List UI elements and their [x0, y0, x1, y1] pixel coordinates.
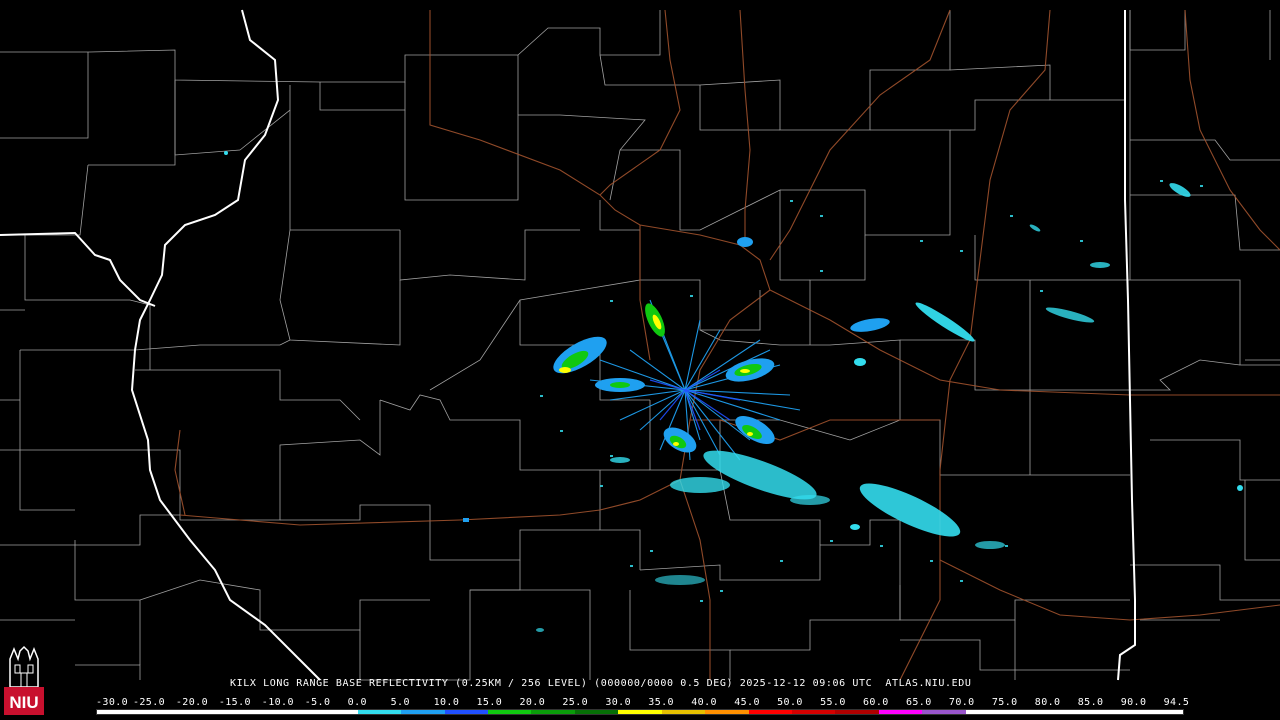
logo-text: NIU — [9, 693, 38, 712]
colorbar-segment — [1052, 710, 1097, 714]
colorbar-tick-label: 80.0 — [1034, 697, 1061, 708]
colorbar-tick-label: -20.0 — [175, 697, 208, 708]
iowa-missouri-boundary — [0, 231, 156, 307]
colorbar-segment — [140, 710, 184, 714]
colorbar-segment — [618, 710, 662, 714]
colorbar-tick-label: 70.0 — [948, 697, 975, 708]
colorbar-segment — [748, 710, 792, 714]
heavy-echo-cells — [553, 237, 890, 453]
colorbar-tick-label: 75.0 — [991, 697, 1018, 708]
colorbar-tick-label: 0.0 — [347, 697, 367, 708]
colorbar-tick-label: 60.0 — [863, 697, 889, 708]
colorbar-segment — [183, 710, 228, 714]
colorbar-segment — [705, 710, 749, 714]
colorbar-segment — [792, 710, 836, 714]
county-boundaries — [0, 10, 1280, 681]
colorbar-tick-label: 94.5 — [1163, 697, 1190, 708]
reflectivity-colorbar — [96, 709, 1184, 715]
colorbar-segment — [444, 710, 488, 714]
colorbar-segment — [270, 710, 315, 714]
light-echo-areas — [224, 151, 1243, 632]
colorbar-segment — [574, 710, 619, 714]
colorbar-tick-label: 45.0 — [734, 697, 760, 708]
colorbar-tick-label: -25.0 — [132, 697, 166, 708]
colorbar-tick-label: 90.0 — [1120, 697, 1147, 708]
colorbar-tick-label: 65.0 — [905, 697, 932, 708]
colorbar-tick-label: -5.0 — [304, 697, 331, 708]
highways — [174, 9, 1280, 681]
colorbar-tick-label: 20.0 — [519, 697, 546, 708]
radar-map-view: NIU KILX LONG RANGE BASE REFLECTIVITY (0… — [0, 0, 1280, 720]
colorbar-tick-label: 35.0 — [648, 697, 674, 708]
colorbar-segment — [1009, 710, 1053, 714]
colorbar-segment — [487, 710, 532, 714]
colorbar-tick-label: -30.0 — [96, 697, 129, 708]
colorbar-tick-label: -15.0 — [218, 697, 251, 708]
colorbar-segment — [227, 710, 271, 714]
colorbar-tick-label: -10.0 — [261, 697, 294, 708]
colorbar-tick-label: 15.0 — [476, 697, 503, 708]
colorbar-segment — [878, 710, 923, 714]
small-blue-echo — [463, 518, 469, 522]
colorbar-tick-label: 50.0 — [777, 697, 803, 708]
colorbar-segment — [97, 710, 141, 714]
radar-map — [0, 9, 1280, 681]
colorbar-segment — [1139, 710, 1183, 714]
colorbar-segment — [357, 710, 402, 714]
colorbar-tick-label: 25.0 — [562, 697, 589, 708]
colorbar-tick-label: 10.0 — [433, 697, 460, 708]
colorbar-segment — [531, 710, 575, 714]
colorbar-tick-labels: -30.0 -25.0 -20.0 -15.0 -10.0 -5.0 0.0 5.0 10.0 1… — [96, 697, 1189, 709]
colorbar-segment — [835, 710, 879, 714]
colorbar-segment — [661, 710, 706, 714]
product-caption: KILX LONG RANGE BASE REFLECTIVITY (0.25K… — [230, 678, 972, 689]
colorbar-tick-label: 5.0 — [390, 697, 410, 708]
colorbar-tick-label: 85.0 — [1077, 697, 1104, 708]
colorbar-segment — [401, 710, 445, 714]
colorbar-tick-label: 40.0 — [691, 697, 717, 708]
colorbar-segment — [965, 710, 1010, 714]
colorbar-segment — [922, 710, 966, 714]
colorbar-segment — [314, 710, 358, 714]
illinois-indiana-boundary — [1117, 10, 1136, 681]
colorbar-tick-label: 55.0 — [820, 697, 846, 708]
radar-echoes — [224, 151, 1243, 632]
colorbar-segment — [1096, 710, 1140, 714]
niu-logo: NIU — [4, 645, 44, 715]
colorbar-tick-label: 30.0 — [605, 697, 632, 708]
